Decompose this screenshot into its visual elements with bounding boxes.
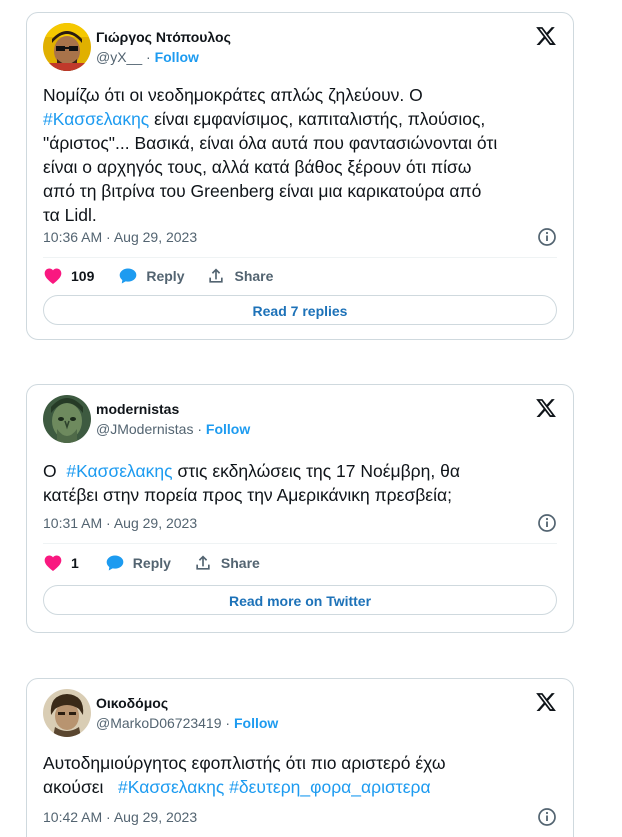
tweet-feed: Γιώργος Ντόπουλος @yX__ · Follow Νομίζω …	[0, 0, 622, 837]
tweet-header: Γιώργος Ντόπουλος @yX__ · Follow	[43, 23, 231, 71]
tweet-text-line: Ο #Κασσελακης στις εκδηλώσεις της 17 Νοέ…	[43, 459, 559, 483]
user-handle[interactable]: @yX__	[96, 49, 142, 65]
tweet-text-line: Αυτοδημιούργητος εφοπλιστής ότι πιο αρισ…	[43, 751, 559, 775]
display-name[interactable]: Οικοδόμος	[96, 693, 278, 713]
user-handle[interactable]: @MarkoD06723419	[96, 715, 222, 731]
timestamp-link[interactable]: 10:42 AM · Aug 29, 2023	[43, 809, 197, 825]
tweet-card[interactable]: modernistas @JModernistas · Follow Ο #Κα…	[26, 384, 574, 633]
handle-line: @yX__ · Follow	[96, 47, 231, 67]
reply-label: Reply	[146, 268, 185, 284]
heart-icon	[44, 268, 62, 284]
like-button[interactable]: 1	[43, 553, 79, 573]
read-replies-button[interactable]: Read 7 replies	[43, 295, 557, 325]
x-logo-icon[interactable]	[535, 691, 557, 713]
share-button[interactable]: Share	[193, 553, 260, 573]
tweet-text-line: τα Lidl.	[43, 203, 559, 227]
timestamp-link[interactable]: 10:31 AM · Aug 29, 2023	[43, 515, 197, 531]
display-name[interactable]: modernistas	[96, 399, 250, 419]
avatar[interactable]	[43, 23, 91, 71]
user-info: modernistas @JModernistas · Follow	[96, 399, 250, 439]
reply-label: Reply	[132, 555, 171, 571]
x-logo-icon[interactable]	[535, 25, 557, 47]
follow-button[interactable]: Follow	[155, 49, 199, 65]
share-label: Share	[220, 555, 260, 571]
reply-button[interactable]: Reply	[118, 266, 184, 286]
handle-line: @MarkoD06723419 · Follow	[96, 713, 278, 733]
handle-line: @JModernistas · Follow	[96, 419, 250, 439]
user-handle[interactable]: @JModernistas	[96, 421, 193, 437]
info-icon[interactable]	[537, 807, 557, 827]
divider	[43, 257, 557, 258]
tweet-text: Αυτοδημιούργητος εφοπλιστής ότι πιο αρισ…	[43, 751, 559, 799]
tweet-text: Ο #Κασσελακης στις εκδηλώσεις της 17 Νοέ…	[43, 459, 559, 507]
tweet-text-line: ακούσει #Κασσελακης #δευτερη_φορα_αριστε…	[43, 775, 559, 799]
display-name[interactable]: Γιώργος Ντόπουλος	[96, 27, 231, 47]
like-count: 1	[71, 555, 79, 571]
text-segment: Ο	[43, 461, 67, 481]
timestamp-link[interactable]: 10:36 AM · Aug 29, 2023	[43, 229, 197, 245]
text-segment: είναι ο αρχηγός τους, αλλά κατά βάθος ξέ…	[43, 157, 472, 177]
speech-bubble-icon	[120, 268, 137, 284]
text-segment: είναι εμφανίσιμος, καπιταλιστής, πλούσιο…	[149, 109, 486, 129]
tweet-text-line: από τη βιτρίνα του Greenberg είναι μια κ…	[43, 179, 559, 203]
text-segment: από τη βιτρίνα του Greenberg είναι μια κ…	[43, 181, 482, 201]
tweet-text-line: κατέβει στην πορεία προς την Αμερικάνικη…	[43, 483, 559, 507]
x-logo-icon[interactable]	[535, 397, 557, 419]
text-segment: "άριστος"... Βασικά, είναι όλα αυτά που …	[43, 133, 498, 153]
like-button[interactable]: 109	[43, 266, 94, 286]
text-segment: Νομίζω ότι οι νεοδημοκράτες απλώς ζηλεύο…	[43, 85, 423, 105]
tweet-meta: 10:36 AM · Aug 29, 2023	[43, 227, 557, 247]
separator-dot: ·	[146, 49, 151, 65]
tweet-card[interactable]: Οικοδόμος @MarkoD06723419 · Follow Αυτοδ…	[26, 678, 574, 837]
info-icon[interactable]	[537, 513, 557, 533]
share-button[interactable]: Share	[206, 266, 273, 286]
user-info: Γιώργος Ντόπουλος @yX__ · Follow	[96, 27, 231, 67]
divider	[43, 543, 557, 544]
text-segment: Αυτοδημιούργητος εφοπλιστής ότι πιο αρισ…	[43, 753, 446, 773]
hashtag-link[interactable]: #Κασσελακης	[43, 109, 149, 129]
tweet-text-line: #Κασσελακης είναι εμφανίσιμος, καπιταλισ…	[43, 107, 559, 131]
share-upload-icon	[209, 268, 224, 283]
avatar[interactable]	[43, 689, 91, 737]
hashtag-link[interactable]: #Κασσελακης	[118, 777, 224, 797]
tweet-meta: 10:42 AM · Aug 29, 2023	[43, 807, 557, 827]
avatar[interactable]	[43, 395, 91, 443]
tweet-text-line: είναι ο αρχηγός τους, αλλά κατά βάθος ξέ…	[43, 155, 559, 179]
share-label: Share	[234, 268, 274, 284]
tweet-header: modernistas @JModernistas · Follow	[43, 395, 250, 443]
tweet-text-line: "άριστος"... Βασικά, είναι όλα αυτά που …	[43, 131, 559, 155]
speech-bubble-icon	[106, 555, 124, 571]
text-segment: κατέβει στην πορεία προς την Αμερικάνικη…	[43, 485, 452, 505]
follow-button[interactable]: Follow	[234, 715, 278, 731]
user-info: Οικοδόμος @MarkoD06723419 · Follow	[96, 693, 278, 733]
separator-dot: ·	[197, 421, 203, 437]
tweet-header: Οικοδόμος @MarkoD06723419 · Follow	[43, 689, 278, 737]
read-more-button[interactable]: Read more on Twitter	[43, 585, 557, 615]
heart-icon	[44, 555, 62, 571]
text-segment: τα Lidl.	[43, 205, 97, 225]
tweet-text: Νομίζω ότι οι νεοδημοκράτες απλώς ζηλεύο…	[43, 83, 559, 227]
follow-button[interactable]: Follow	[206, 421, 250, 437]
text-segment: στις εκδηλώσεις της 17 Νοέμβρη, θα	[172, 461, 460, 481]
tweet-text-line: Νομίζω ότι οι νεοδημοκράτες απλώς ζηλεύο…	[43, 83, 559, 107]
tweet-actions: 109 Reply Share	[43, 266, 295, 286]
tweet-meta: 10:31 AM · Aug 29, 2023	[43, 513, 557, 533]
separator-dot: ·	[225, 715, 231, 731]
hashtag-link[interactable]: #Κασσελακης	[66, 461, 172, 481]
reply-button[interactable]: Reply	[105, 553, 171, 573]
hashtag-link[interactable]: #δευτερη_φορα_αριστερα	[229, 777, 430, 797]
info-icon[interactable]	[537, 227, 557, 247]
share-upload-icon	[196, 555, 210, 570]
like-count: 109	[71, 268, 95, 284]
tweet-actions: 1 Reply Share	[43, 553, 282, 573]
text-segment: ακούσει	[43, 777, 119, 797]
tweet-card[interactable]: Γιώργος Ντόπουλος @yX__ · Follow Νομίζω …	[26, 12, 574, 340]
